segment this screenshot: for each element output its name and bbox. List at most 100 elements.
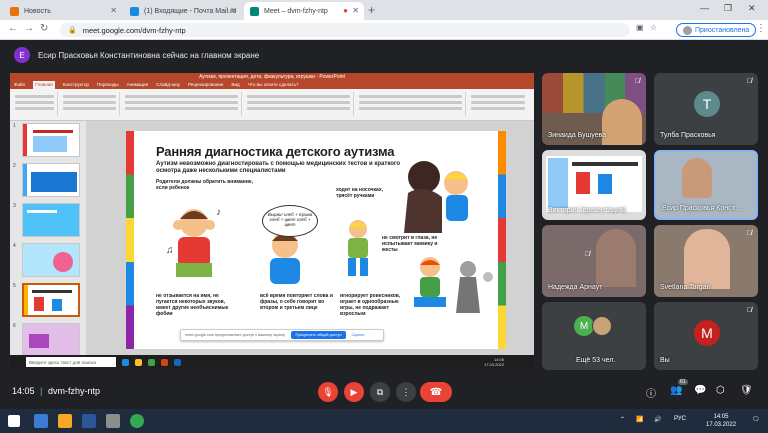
close-tab-icon[interactable]: ✕ bbox=[352, 6, 359, 15]
tab-label: (1) Входящие - Почта Mail.ru bbox=[144, 7, 237, 15]
participant-tile-4[interactable]: Есир Прасковья Конст… bbox=[654, 150, 758, 220]
activities-icon[interactable]: ⬡ bbox=[716, 385, 725, 396]
ribbon-group-editing[interactable] bbox=[468, 92, 528, 116]
menu-slideshow[interactable]: Слайд-шоу bbox=[156, 81, 180, 89]
chat-icon[interactable]: 💬 bbox=[694, 385, 706, 396]
new-tab-icon[interactable]: + bbox=[368, 3, 375, 17]
windows-start-icon[interactable] bbox=[8, 415, 20, 427]
tray-arrow-icon[interactable]: ⌃ bbox=[620, 416, 625, 423]
address-bar[interactable]: 🔒 meet.google.com/dvm-fzhy-ntp bbox=[60, 23, 630, 37]
slide-thumbnail-3[interactable] bbox=[22, 203, 80, 237]
menu-review[interactable]: Рецензирование bbox=[188, 81, 223, 89]
minimize-icon[interactable]: — bbox=[700, 3, 709, 13]
child-playing-illustration bbox=[414, 257, 493, 313]
meeting-time: 14:05 bbox=[12, 386, 35, 396]
participant-name: Вы bbox=[660, 357, 670, 364]
slide-thumbnail-4[interactable] bbox=[22, 243, 80, 277]
close-window-icon[interactable]: ✕ bbox=[748, 3, 756, 14]
word-taskbar-icon[interactable] bbox=[82, 414, 96, 428]
camera-permission-icon[interactable]: ▣ bbox=[636, 23, 644, 32]
participant-video bbox=[684, 229, 730, 289]
menu-file[interactable]: Файл bbox=[14, 81, 25, 89]
mic-off-icon: 🎙̸ bbox=[746, 230, 752, 237]
camera-toggle-button[interactable]: ▶ bbox=[344, 382, 364, 402]
present-icon: ⧉ bbox=[376, 386, 384, 397]
ribbon-group-font[interactable] bbox=[122, 92, 242, 116]
powerpoint-title: Аутизм, презентация, дети, физкультура, … bbox=[10, 73, 534, 81]
ribbon-group-slides[interactable] bbox=[60, 92, 120, 116]
slide-thumbnail-2[interactable] bbox=[22, 163, 80, 197]
app-taskbar-icon[interactable] bbox=[106, 414, 120, 428]
menu-home[interactable]: Главная bbox=[33, 81, 55, 89]
slide-thumbnail-5[interactable] bbox=[22, 283, 80, 317]
slide-thumbnail-1[interactable] bbox=[22, 123, 80, 157]
participant-tile-3[interactable]: Виктория (презентация) bbox=[542, 150, 646, 220]
windows-taskbar: ⌃ 📶 🔊 РУС 14:05 17.03.2022 🗨 bbox=[0, 409, 768, 433]
menu-design[interactable]: Конструктор bbox=[63, 81, 89, 89]
speech-bubble: Вырви! хлеб + трава хлеб + цвет хлеб + ц… bbox=[262, 205, 318, 237]
presenting-banner: E Есир Прасковья Константиновна сейчас н… bbox=[0, 41, 768, 69]
participant-tile-1[interactable]: 🎙̸ Зинаида Бушуева bbox=[542, 73, 646, 145]
hide-prompt-button[interactable]: Скрыть bbox=[352, 333, 365, 337]
ribbon-group-paragraph[interactable] bbox=[244, 92, 354, 116]
word-icon bbox=[174, 358, 181, 366]
notifications-icon[interactable]: 🗨 bbox=[752, 416, 760, 423]
people-icon[interactable]: 👥 bbox=[670, 385, 682, 396]
tab-mail[interactable]: (1) Входящие - Почта Mail.ru ✕ bbox=[124, 2, 242, 20]
stop-sharing-button[interactable]: Прекратить общий доступ bbox=[291, 331, 346, 339]
bookmark-star-icon[interactable]: ☆ bbox=[650, 23, 657, 32]
end-call-button[interactable]: ☎ bbox=[420, 382, 452, 402]
chrome-taskbar-icon[interactable] bbox=[130, 414, 144, 428]
clock-time: 14:05 bbox=[713, 414, 729, 420]
close-tab-icon[interactable]: ✕ bbox=[230, 6, 237, 15]
more-options-button[interactable]: ⋮ bbox=[396, 382, 416, 402]
language-indicator[interactable]: РУС bbox=[674, 416, 686, 422]
camera-off-icon: ▶ bbox=[350, 386, 358, 397]
close-tab-icon[interactable]: ✕ bbox=[110, 6, 117, 15]
svg-text:♫: ♫ bbox=[166, 245, 174, 256]
back-icon[interactable]: ← bbox=[8, 23, 18, 34]
slide-thumbnail-6[interactable] bbox=[22, 323, 80, 357]
participant-tile-6[interactable]: 🎙̸ Svetlana Torgan bbox=[654, 225, 758, 297]
more-vert-icon: ⋮ bbox=[401, 386, 411, 397]
menu-view[interactable]: Вид bbox=[231, 81, 239, 89]
share-prompt-text: meet.google.com предоставляет доступ к в… bbox=[185, 333, 286, 337]
slide-number: 2 bbox=[13, 163, 16, 169]
system-clock[interactable]: 14:05 17.03.2022 bbox=[706, 413, 736, 429]
reload-icon[interactable]: ↻ bbox=[40, 23, 48, 34]
menu-transitions[interactable]: Переходы bbox=[97, 81, 119, 89]
mic-off-icon: 🎙 bbox=[322, 386, 334, 397]
shared-screen: Аутизм, презентация, дети, физкультура, … bbox=[10, 73, 534, 369]
address-text: meet.google.com/dvm-fzhy-ntp bbox=[82, 25, 186, 35]
participant-tile-more[interactable]: M Ещё 53 чел. bbox=[542, 302, 646, 370]
browser-menu-icon[interactable]: ⋮ bbox=[756, 23, 766, 34]
network-icon[interactable]: 📶 bbox=[636, 416, 643, 423]
participant-tile-2[interactable]: Т 🎙̸ Тулба Прасковья bbox=[654, 73, 758, 145]
participant-tile-self[interactable]: M 🎙̸ Вы bbox=[654, 302, 758, 370]
profile-paused-button[interactable]: Приостановлена bbox=[676, 23, 757, 37]
forward-icon[interactable]: → bbox=[24, 23, 34, 34]
host-controls-icon[interactable]: 🛡 bbox=[740, 385, 753, 396]
maximize-icon[interactable]: ❐ bbox=[724, 3, 732, 14]
volume-icon[interactable]: 🔊 bbox=[654, 416, 661, 423]
slide-number: 3 bbox=[13, 203, 16, 209]
info-icon[interactable]: ⓘ bbox=[646, 385, 656, 400]
menu-tell-me[interactable]: Что вы хотите сделать? bbox=[248, 81, 299, 89]
tab-meet[interactable]: Meet – dvm-fzhy-ntp ● ✕ bbox=[244, 2, 364, 20]
participant-tile-5[interactable]: 🎙̸ Надежда Арнаут bbox=[542, 225, 646, 297]
participant-avatar-photo bbox=[592, 316, 612, 336]
ribbon-group-clipboard[interactable] bbox=[12, 92, 58, 116]
file-explorer-icon[interactable] bbox=[58, 414, 72, 428]
ribbon-group-drawing[interactable] bbox=[356, 92, 466, 116]
slide-canvas: Ранняя диагностика детского аутизма Аути… bbox=[126, 131, 506, 349]
news-favicon-icon bbox=[10, 6, 19, 16]
note-name: не отзывается на имя, не пугается некото… bbox=[156, 293, 229, 317]
shared-clock: 14:05 17.03.2022 bbox=[483, 357, 504, 367]
present-screen-button[interactable]: ⧉ bbox=[370, 382, 390, 402]
menu-animations[interactable]: Анимация bbox=[127, 81, 149, 89]
task-view-icon[interactable] bbox=[34, 414, 48, 428]
separator: | bbox=[40, 386, 43, 396]
slide-number: 5 bbox=[13, 283, 16, 289]
tab-news[interactable]: Новость ✕ bbox=[4, 2, 122, 20]
microphone-toggle-button[interactable]: 🎙 bbox=[318, 382, 338, 402]
